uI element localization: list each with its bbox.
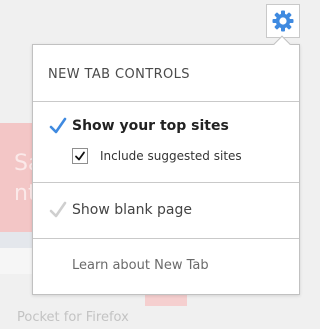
learn-about-new-tab-link[interactable]: Learn about New Tab: [72, 258, 209, 273]
panel-title: NEW TAB CONTROLS: [48, 67, 190, 82]
divider: [33, 101, 299, 102]
show-blank-option[interactable]: Show blank page: [48, 200, 192, 220]
new-tab-controls-panel: NEW TAB CONTROLS Show your top sites Inc…: [32, 44, 300, 295]
show-top-sites-label: Show your top sites: [72, 118, 229, 134]
divider: [33, 238, 299, 239]
show-blank-label: Show blank page: [72, 202, 192, 218]
gear-icon: [272, 10, 294, 32]
background-caption: Pocket for Firefox: [17, 310, 129, 325]
checkmark-icon: [49, 201, 67, 218]
show-top-sites-option[interactable]: Show your top sites: [48, 116, 229, 136]
divider: [33, 182, 299, 183]
include-suggested-label: Include suggested sites: [100, 149, 242, 163]
include-suggested-option[interactable]: Include suggested sites: [72, 148, 242, 164]
checkbox-check-icon: [75, 151, 85, 161]
checkmark-icon: [49, 117, 67, 134]
include-suggested-checkbox[interactable]: [72, 148, 88, 164]
customize-button[interactable]: [266, 4, 300, 38]
